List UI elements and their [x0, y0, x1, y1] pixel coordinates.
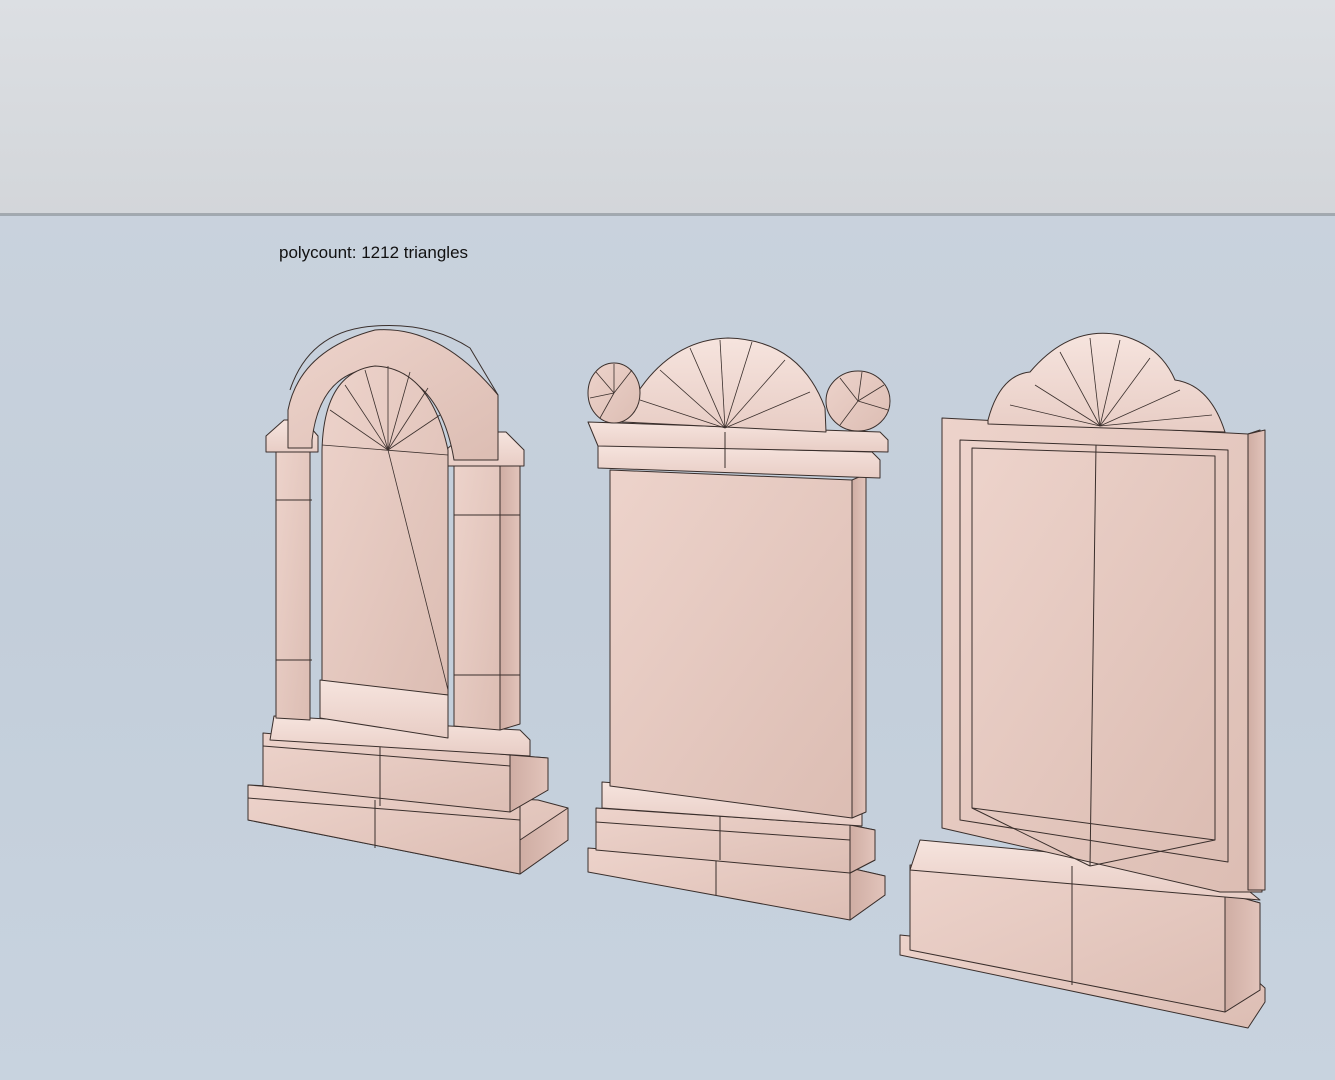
scene-render: [247, 325, 1266, 1029]
3d-viewport[interactable]: polycount: 1212 triangles: [0, 0, 1335, 1080]
headstone-arched-pillars[interactable]: [247, 325, 569, 875]
headstone-fan-crest[interactable]: [899, 332, 1266, 1029]
headstone-scroll-top[interactable]: [587, 337, 891, 921]
